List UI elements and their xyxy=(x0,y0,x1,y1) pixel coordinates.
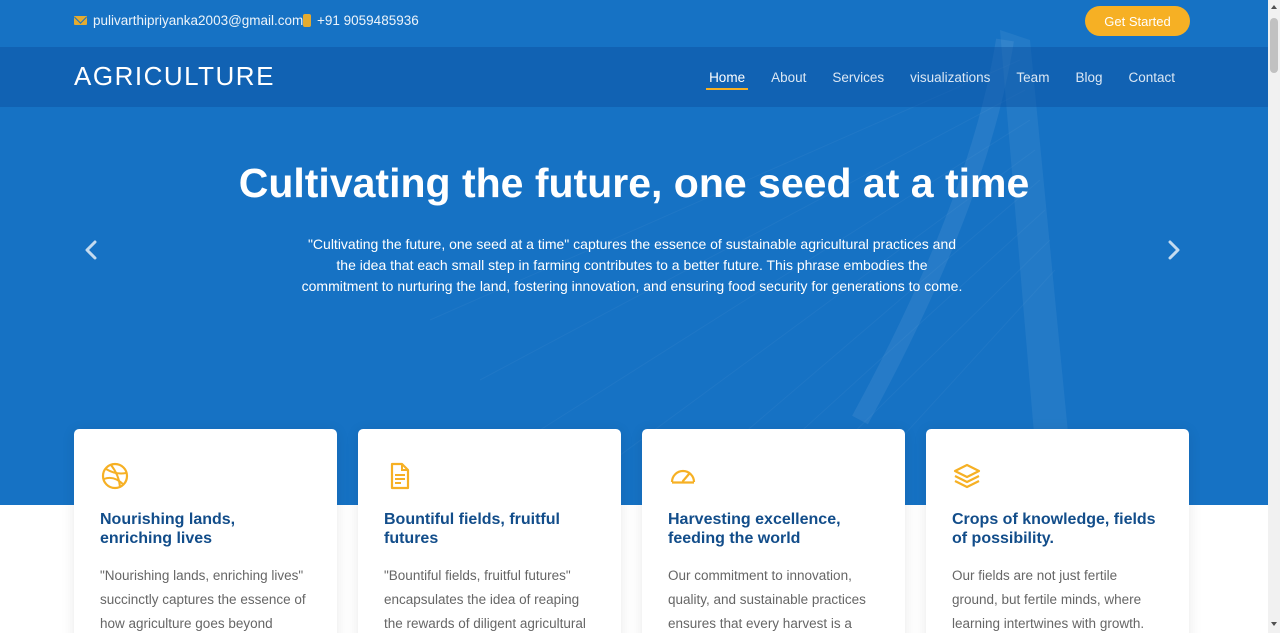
nav-item-home[interactable]: Home xyxy=(696,47,758,107)
layers-icon xyxy=(953,463,981,489)
feature-card-text: "Nourishing lands, enriching lives" succ… xyxy=(100,568,306,631)
topbar: pulivarthipriyanka2003@gmail.com +91 905… xyxy=(0,0,1268,46)
feature-card-title: Crops of knowledge, fields of possibilit… xyxy=(952,511,1156,547)
carousel-next-icon[interactable] xyxy=(1161,238,1185,262)
contact-email[interactable]: pulivarthipriyanka2003@gmail.com xyxy=(74,13,303,28)
feature-card[interactable]: Bountiful fields, fruitful futures "Boun… xyxy=(358,429,621,633)
feature-cards: Nourishing lands, enriching lives "Nouri… xyxy=(74,429,1190,633)
envelope-icon xyxy=(74,16,87,25)
hero-description: "Cultivating the future, one seed at a t… xyxy=(301,236,963,294)
scroll-down-icon[interactable] xyxy=(1271,622,1277,626)
feature-card-title: Bountiful fields, fruitful futures xyxy=(384,511,560,547)
get-started-button[interactable]: Get Started xyxy=(1085,6,1190,36)
nav-item-visualizations[interactable]: visualizations xyxy=(897,47,1003,107)
scroll-up-icon[interactable] xyxy=(1271,5,1277,9)
feature-card-text: Our fields are not just fertile ground, … xyxy=(952,568,1145,631)
feature-card-text: Our commitment to innovation, quality, a… xyxy=(668,568,866,631)
navbar: AGRICULTURE Home About Services visualiz… xyxy=(0,47,1268,107)
document-icon xyxy=(390,462,410,490)
nav-item-about[interactable]: About xyxy=(758,47,819,107)
scroll-thumb[interactable] xyxy=(1270,18,1278,73)
feature-card-text: "Bountiful fields, fruitful futures" enc… xyxy=(384,568,586,631)
speedometer-icon xyxy=(670,469,696,484)
nav-item-team[interactable]: Team xyxy=(1003,47,1062,107)
feature-card[interactable]: Nourishing lands, enriching lives "Nouri… xyxy=(74,429,337,633)
phone-icon xyxy=(303,14,311,27)
feature-card-title: Harvesting excellence, feeding the world xyxy=(668,511,841,547)
feature-card[interactable]: Harvesting excellence, feeding the world… xyxy=(642,429,905,633)
contact-phone-text: +91 9059485936 xyxy=(317,13,419,28)
nav-item-contact[interactable]: Contact xyxy=(1115,47,1188,107)
carousel-prev-icon[interactable] xyxy=(80,238,104,262)
main-nav: Home About Services visualizations Team … xyxy=(696,47,1188,107)
contact-email-text: pulivarthipriyanka2003@gmail.com xyxy=(93,13,304,28)
nav-item-services[interactable]: Services xyxy=(819,47,897,107)
contact-phone[interactable]: +91 9059485936 xyxy=(303,13,419,28)
hero-title: Cultivating the future, one seed at a ti… xyxy=(238,160,1030,206)
feature-card-title: Nourishing lands, enriching lives xyxy=(100,511,236,547)
dribbble-icon xyxy=(101,462,129,490)
feature-card[interactable]: Crops of knowledge, fields of possibilit… xyxy=(926,429,1189,633)
page-scrollbar[interactable] xyxy=(1268,0,1280,633)
site-logo[interactable]: AGRICULTURE xyxy=(74,61,275,92)
nav-item-blog[interactable]: Blog xyxy=(1062,47,1115,107)
